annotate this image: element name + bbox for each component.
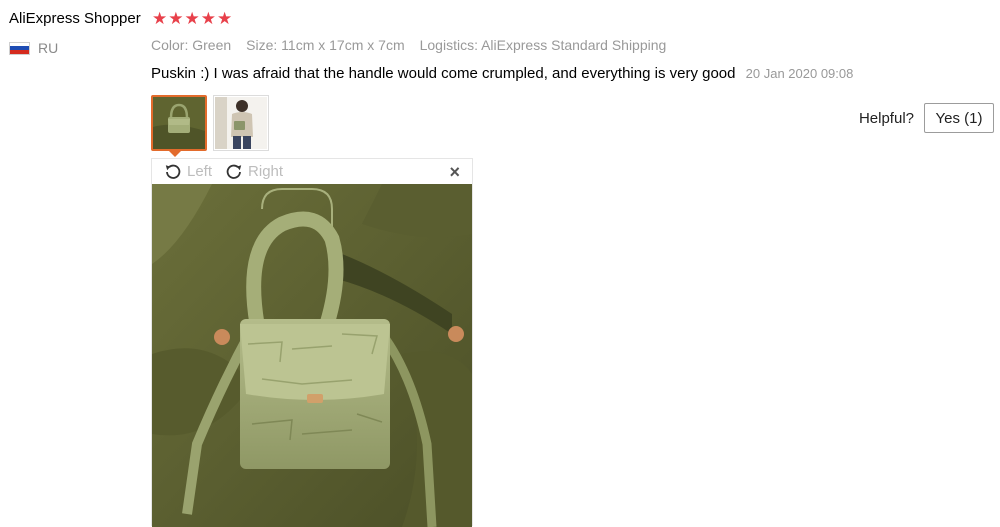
review-photo-large [152, 184, 472, 527]
country-code: RU [38, 40, 59, 56]
photo-viewer-toolbar: Left Right × [152, 159, 472, 184]
rotate-left-label: Left [187, 163, 213, 180]
rotate-left-button[interactable]: Left [164, 163, 212, 181]
star-icon: ★ [217, 9, 233, 28]
logistics-attribute: Logistics: AliExpress Standard Shipping [419, 37, 667, 53]
selected-thumbnail-indicator [168, 150, 182, 157]
rotate-left-icon [165, 164, 181, 179]
russia-flag-icon [9, 41, 30, 55]
helpful-yes-button[interactable]: Yes (1) [924, 103, 994, 133]
review-user-name: AliExpress Shopper [9, 10, 141, 27]
reviewer-country: RU [9, 40, 58, 56]
review-photo-thumbnail[interactable] [213, 95, 269, 151]
rotate-right-button[interactable]: Right [225, 163, 283, 181]
review-text: Puskin :) I was afraid that the handle w… [151, 65, 736, 82]
star-icon: ★ [168, 9, 184, 28]
close-icon[interactable]: × [449, 162, 460, 183]
star-icon: ★ [152, 9, 168, 28]
review-date: 20 Jan 2020 09:08 [745, 66, 854, 81]
photo-viewer: Left Right × [151, 158, 473, 527]
rating-stars: ★ ★ ★ ★ ★ [152, 9, 232, 29]
review-photo-thumbnail[interactable] [151, 95, 207, 151]
rotate-right-icon [226, 164, 242, 179]
order-attributes: Color: Green Size: 11cm x 17cm x 7cm Log… [151, 37, 666, 53]
rotate-right-label: Right [248, 163, 284, 180]
review-thumbnails [151, 95, 269, 151]
star-icon: ★ [200, 9, 216, 28]
helpful-label: Helpful? [858, 110, 914, 127]
size-attribute: Size: 11cm x 17cm x 7cm [246, 37, 405, 53]
color-attribute: Color: Green [151, 37, 232, 53]
star-icon: ★ [184, 9, 200, 28]
review-content: Puskin :) I was afraid that the handle w… [151, 65, 853, 82]
